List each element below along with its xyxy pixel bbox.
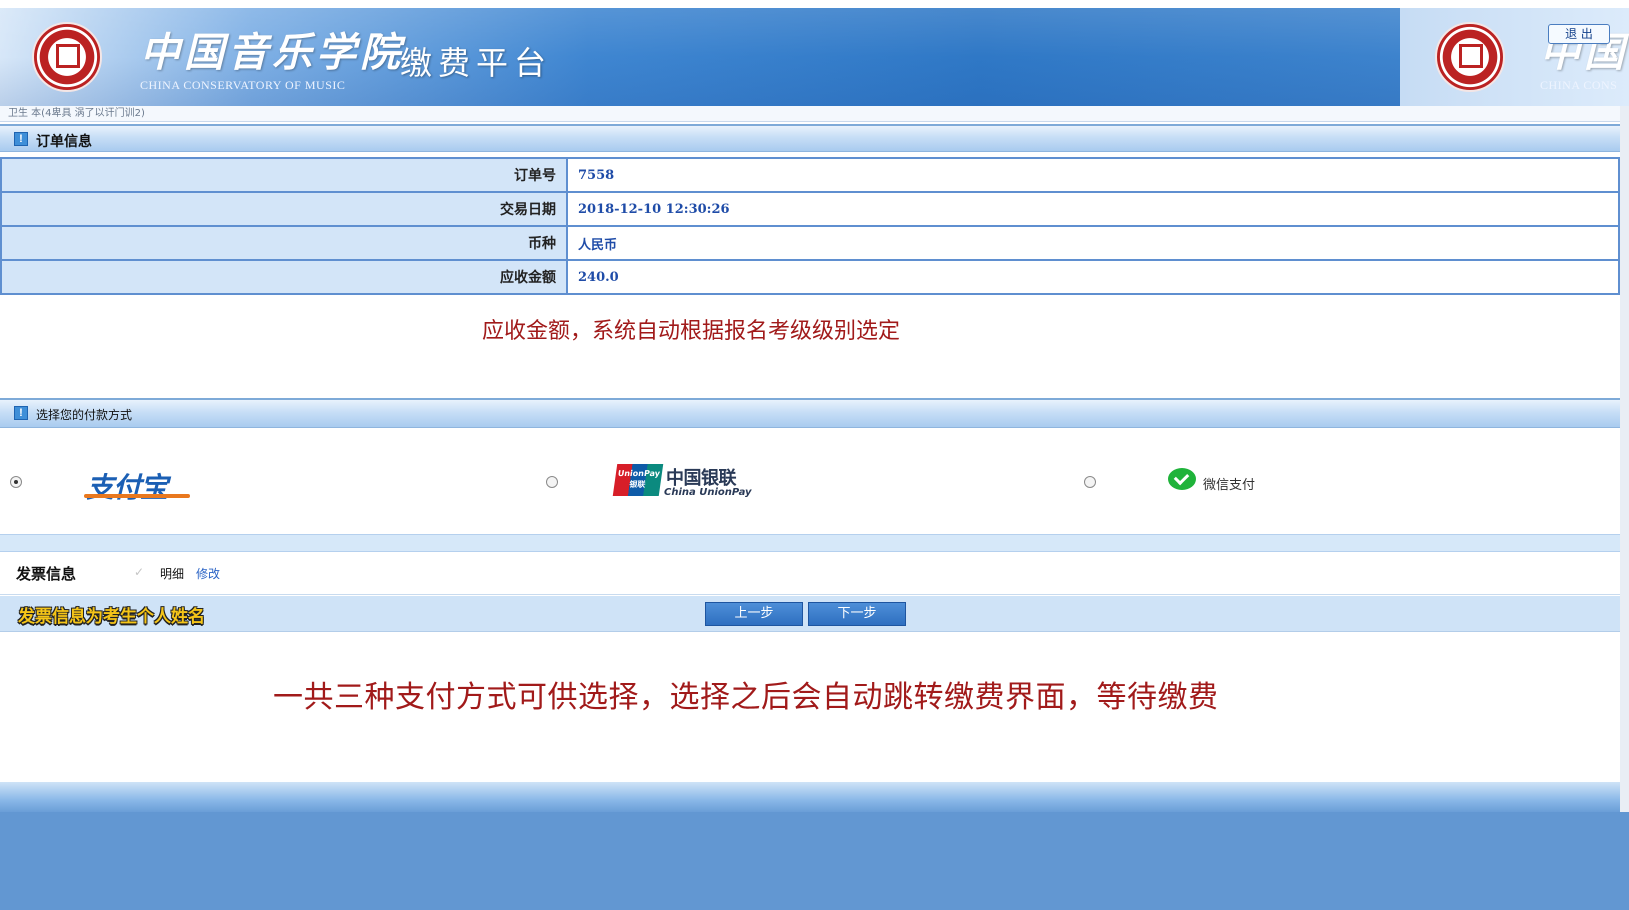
wechat-label: 微信支付 xyxy=(1203,478,1256,493)
payment-section-header: ! 选择您的付款方式 xyxy=(0,398,1620,428)
table-row: 应收金额 240.0 xyxy=(0,259,1620,295)
section-divider xyxy=(0,534,1620,552)
breadcrumb: 卫生 本(4卑具 涡了以讦门训2) xyxy=(0,106,1620,122)
amount-due-label: 应收金额 xyxy=(0,259,568,295)
payment-options: 支付宝 UnionPay 银联 中国银联 China UnionPay 微信支付 xyxy=(0,434,1620,534)
alipay-swoosh xyxy=(84,494,190,498)
trade-date-label: 交易日期 xyxy=(0,191,568,227)
page: 中国音乐学院 CHINA CONSERVATORY OF MUSIC 缴费平台 … xyxy=(0,0,1629,910)
footer xyxy=(0,812,1629,910)
payment-annotation: 一共三种支付方式可供选择，选择之后会自动跳转缴费界面，等待缴费 xyxy=(273,680,1219,715)
school-name-cn: 中国音乐学院 xyxy=(140,29,404,76)
invoice-row: 发票信息 ✓ 明细 修改 xyxy=(0,553,1620,595)
info-icon: ! xyxy=(14,406,28,420)
info-icon: ! xyxy=(14,132,28,146)
unionpay-radio[interactable] xyxy=(546,476,558,488)
trade-date-value: 2018-12-10 12:30:26 xyxy=(566,191,1620,227)
amount-annotation: 应收金额，系统自动根据报名考级级别选定 xyxy=(482,319,901,344)
order-section-header: ! 订单信息 xyxy=(0,124,1620,152)
school-seal-logo-right xyxy=(1435,22,1505,92)
wechat-icon[interactable] xyxy=(1168,468,1196,490)
alipay-logo-text: 支付宝 xyxy=(86,471,168,504)
wechat-radio[interactable] xyxy=(1084,476,1096,488)
table-row: 订单号 7558 xyxy=(0,157,1620,193)
platform-title: 缴费平台 xyxy=(400,44,553,82)
invoice-note-annotation: 发票信息为考生个人姓名 xyxy=(18,607,205,627)
unionpay-logo-en: China UnionPay xyxy=(664,487,752,498)
right-edge xyxy=(1620,106,1629,812)
order-table: 订单号 7558 交易日期 2018-12-10 12:30:26 币种 人民币… xyxy=(0,157,1620,295)
order-number-value: 7558 xyxy=(566,157,1620,193)
previous-step-button[interactable]: 上一步 xyxy=(705,602,803,626)
unionpay-badge-icon[interactable]: UnionPay 银联 xyxy=(612,464,664,496)
amount-due-value: 240.0 xyxy=(566,259,1620,295)
school-seal-logo xyxy=(32,22,102,92)
school-name-en-right: CHINA CONS xyxy=(1540,78,1618,92)
invoice-detail: 明细 xyxy=(160,567,185,581)
footer-gradient xyxy=(0,782,1620,812)
header-right-panel: 中国 CHINA CONS 退 出 xyxy=(1400,8,1629,106)
next-step-button[interactable]: 下一步 xyxy=(808,602,906,626)
header-banner: 中国音乐学院 CHINA CONSERVATORY OF MUSIC 缴费平台 xyxy=(0,8,1400,106)
currency-value: 人民币 xyxy=(566,225,1620,261)
invoice-edit-link[interactable]: 修改 xyxy=(196,565,220,582)
payment-section-title: 选择您的付款方式 xyxy=(36,408,133,422)
checkmark-icon: ✓ xyxy=(134,565,145,579)
table-row: 币种 人民币 xyxy=(0,225,1620,261)
order-number-label: 订单号 xyxy=(0,157,568,193)
currency-label: 币种 xyxy=(0,225,568,261)
logout-button[interactable]: 退 出 xyxy=(1548,24,1610,44)
table-row: 交易日期 2018-12-10 12:30:26 xyxy=(0,191,1620,227)
order-section-title: 订单信息 xyxy=(36,134,92,150)
invoice-label: 发票信息 xyxy=(16,565,77,583)
alipay-logo[interactable]: 支付宝 xyxy=(84,466,190,506)
school-name-en: CHINA CONSERVATORY OF MUSIC xyxy=(140,78,346,92)
alipay-radio[interactable] xyxy=(10,476,22,488)
action-bar: 发票信息为考生个人姓名 上一步 下一步 xyxy=(0,596,1620,632)
top-strip xyxy=(0,0,1629,8)
